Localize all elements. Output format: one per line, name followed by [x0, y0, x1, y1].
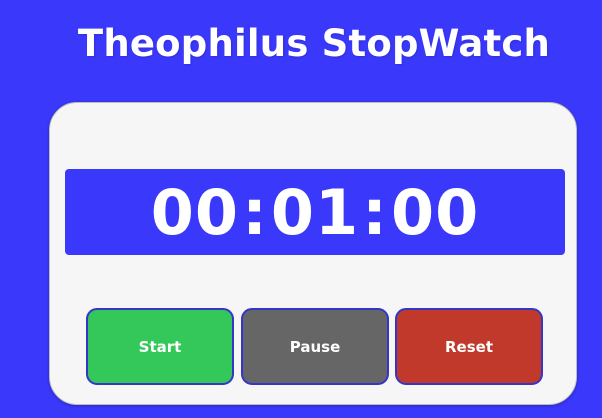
reset-button[interactable]: Reset — [395, 308, 543, 385]
time-readout: 00 : 01 : 00 — [151, 176, 479, 249]
start-button[interactable]: Start — [86, 308, 234, 385]
hours-value: 00 — [150, 175, 240, 249]
app-title: Theophilus StopWatch — [77, 22, 551, 65]
minutes-value: 01 — [270, 175, 360, 249]
seconds-value: 00 — [390, 175, 480, 249]
control-buttons: Start Pause Reset — [86, 308, 546, 385]
time-separator: : — [242, 175, 268, 249]
pause-button[interactable]: Pause — [241, 308, 389, 385]
time-separator: : — [362, 175, 388, 249]
stopwatch-card: 00 : 01 : 00 Start Pause Reset — [49, 102, 577, 405]
stopwatch-page: Theophilus StopWatch 00 : 01 : 00 Start … — [0, 0, 602, 418]
time-display: 00 : 01 : 00 — [65, 169, 565, 255]
